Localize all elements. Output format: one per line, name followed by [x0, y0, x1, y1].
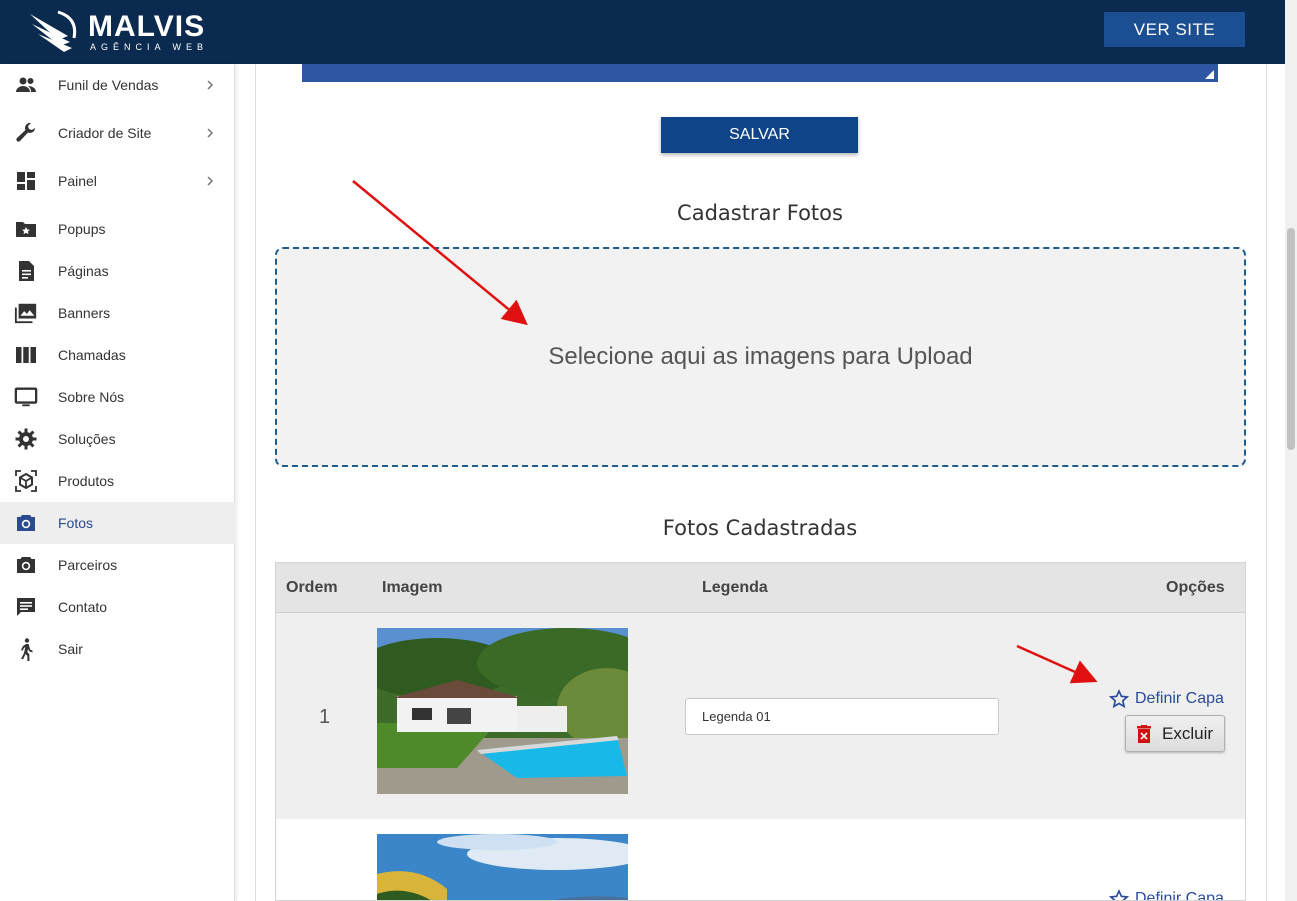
malvis-logo[interactable]: MALVIS AGÊNCIA WEB	[28, 8, 208, 56]
sidebar-item-sobre-nos[interactable]: Sobre Nós	[0, 376, 235, 418]
sidebar-item-label: Chamadas	[58, 347, 126, 363]
caption-input-value: Legenda 01	[702, 709, 771, 724]
monitor-icon	[14, 385, 38, 409]
sidebar-item-produtos[interactable]: Produtos	[0, 460, 235, 502]
sidebar-item-label: Páginas	[58, 263, 109, 279]
table-header: Ordem Imagem Legenda Opções	[276, 563, 1245, 613]
sidebar-item-label: Soluções	[58, 431, 116, 447]
sidebar-item-fotos[interactable]: Fotos	[0, 502, 235, 544]
photo-library-icon	[14, 301, 38, 325]
sidebar-item-label: Painel	[58, 173, 97, 189]
sidebar-item-criador-de-site[interactable]: Criador de Site	[0, 112, 235, 154]
people-icon	[14, 73, 38, 97]
photo-thumbnail	[377, 628, 628, 794]
set-cover-button[interactable]: Definir Capa	[1109, 889, 1224, 901]
dashboard-icon	[14, 169, 38, 193]
delete-button[interactable]: Excluir	[1125, 715, 1225, 752]
cube-icon	[14, 469, 38, 493]
logo-wordmark: MALVIS	[88, 10, 206, 43]
sidebar-item-label: Popups	[58, 221, 106, 237]
sidebar-item-label: Sair	[58, 641, 83, 657]
sidebar-item-chamadas[interactable]: Chamadas	[0, 334, 235, 376]
photos-list-title: Fotos Cadastradas	[662, 516, 858, 540]
column-header-options: Opções	[1166, 579, 1225, 596]
upload-section-title: Cadastrar Fotos	[677, 201, 843, 225]
photos-table: Ordem Imagem Legenda Opções 1 Legenda 01…	[275, 562, 1246, 901]
gear-icon	[14, 427, 38, 451]
chat-icon	[14, 595, 38, 619]
trash-icon	[1137, 724, 1151, 743]
sidebar-item-label: Funil de Vendas	[58, 77, 159, 93]
caption-input[interactable]: Legenda 01	[685, 698, 999, 735]
top-header: MALVIS AGÊNCIA WEB VER SITE	[0, 0, 1285, 64]
sidebar-item-contato[interactable]: Contato	[0, 586, 235, 628]
delete-label: Excluir	[1162, 723, 1214, 743]
camera-icon	[14, 553, 38, 577]
sidebar-item-funil-de-vendas[interactable]: Funil de Vendas	[0, 64, 235, 106]
chevron-right-icon	[207, 80, 214, 90]
star-outline-icon	[1109, 689, 1129, 709]
sidebar-item-sair[interactable]: Sair	[0, 628, 235, 670]
sidebar: Funil de Vendas Criador de Site Painel P…	[0, 64, 235, 901]
dropzone-label: Selecione aqui as imagens para Upload	[548, 343, 973, 370]
sidebar-item-popups[interactable]: Popups	[0, 208, 235, 250]
table-row: Definir Capa	[276, 819, 1245, 901]
page-scrollbar[interactable]	[1285, 0, 1297, 901]
sidebar-item-label: Produtos	[58, 473, 115, 489]
wrench-icon	[14, 121, 38, 145]
column-header-caption: Legenda	[702, 579, 768, 596]
chevron-right-icon	[207, 128, 214, 138]
sidebar-item-painel[interactable]: Painel	[0, 160, 235, 202]
folder-star-icon	[14, 217, 38, 241]
sidebar-item-label: Banners	[58, 305, 111, 321]
sidebar-item-label: Contato	[58, 599, 108, 615]
ver-site-button[interactable]: VER SITE	[1104, 12, 1245, 47]
row-order: 1	[319, 706, 331, 728]
logo-tagline: AGÊNCIA WEB	[90, 42, 209, 52]
table-row: 1 Legenda 01 Definir Capa Excluir	[276, 613, 1245, 819]
column-header-image: Imagem	[382, 579, 443, 596]
sidebar-item-label: Parceiros	[58, 557, 118, 573]
set-cover-button[interactable]: Definir Capa	[1109, 689, 1224, 709]
sidebar-item-label: Fotos	[58, 515, 94, 531]
column-header-order: Ordem	[286, 579, 338, 596]
sidebar-item-banners[interactable]: Banners	[0, 292, 235, 334]
photo-thumbnail	[377, 834, 628, 900]
sidebar-item-paginas[interactable]: Páginas	[0, 250, 235, 292]
scrollbar-thumb[interactable]	[1287, 228, 1295, 450]
sidebar-item-solucoes[interactable]: Soluções	[0, 418, 235, 460]
image-upload-dropzone[interactable]: Selecione aqui as imagens para Upload	[275, 247, 1246, 467]
wing-logo-icon	[30, 10, 77, 52]
camera-icon	[14, 511, 38, 535]
sidebar-item-parceiros[interactable]: Parceiros	[0, 544, 235, 586]
set-cover-label: Definir Capa	[1135, 690, 1224, 707]
sidebar-item-label: Sobre Nós	[58, 389, 125, 405]
resize-handle-icon[interactable]	[1205, 70, 1214, 79]
text-editor-bottom-bar	[302, 64, 1218, 82]
star-outline-icon	[1109, 889, 1129, 900]
set-cover-label: Definir Capa	[1135, 890, 1224, 901]
walk-icon	[14, 637, 38, 661]
document-icon	[14, 259, 38, 283]
chevron-right-icon	[207, 176, 214, 186]
sidebar-item-label: Criador de Site	[58, 125, 152, 141]
save-button[interactable]: SALVAR	[661, 117, 858, 153]
columns-icon	[14, 343, 38, 367]
